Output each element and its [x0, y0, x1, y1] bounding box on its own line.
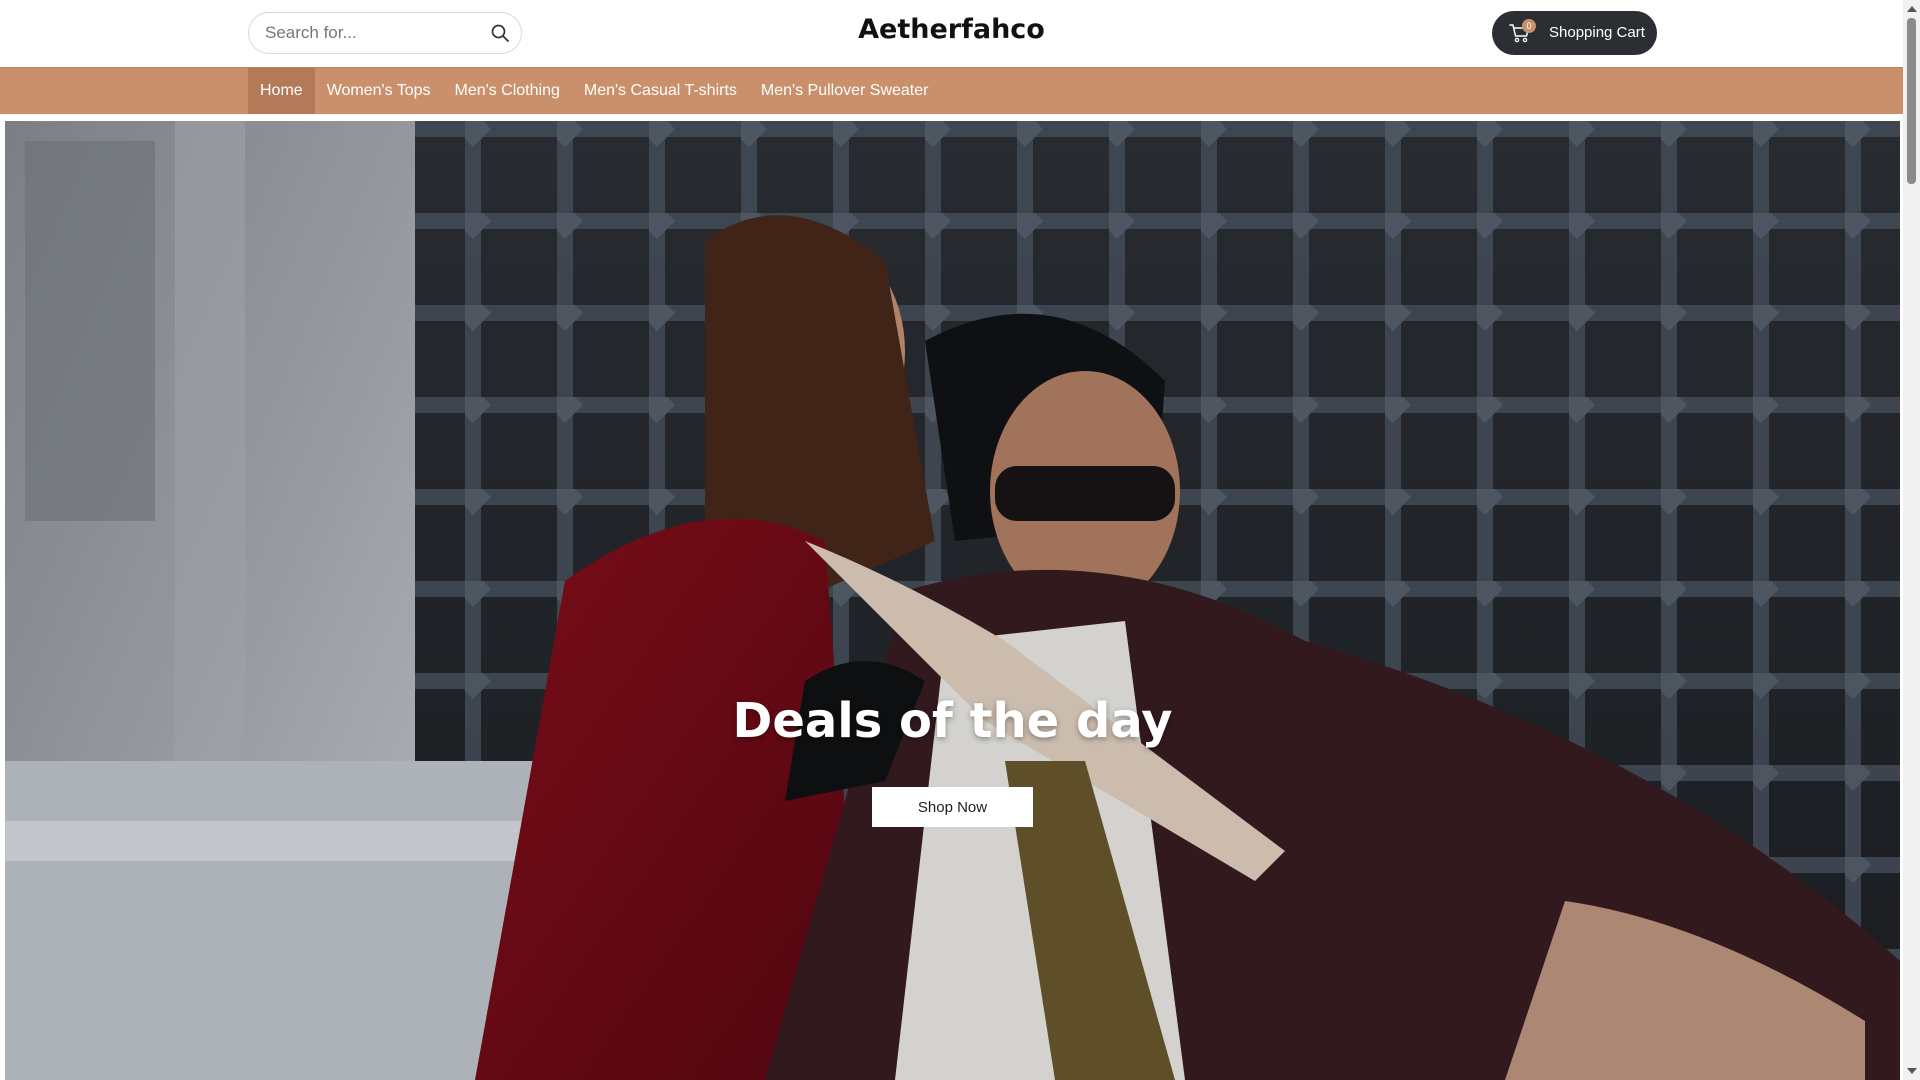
scroll-thumb[interactable] — [1907, 18, 1916, 184]
scroll-up-arrow-icon[interactable] — [1907, 6, 1917, 12]
shopping-cart-button[interactable]: 0 Shopping Cart — [1492, 11, 1657, 55]
scroll-down-arrow-icon[interactable] — [1907, 1068, 1917, 1074]
hero-title: Deals of the day — [732, 693, 1173, 749]
nav-list: Home Women's Tops Men's Clothing Men's C… — [248, 68, 940, 114]
search-icon[interactable] — [490, 23, 510, 43]
brand-logo[interactable]: Aetherfahco — [858, 14, 1045, 45]
cart-count-badge: 0 — [1522, 19, 1536, 33]
nav-item-womens-tops[interactable]: Women's Tops — [315, 68, 443, 114]
hero-banner: Deals of the day Shop Now — [5, 121, 1900, 1080]
main-navigation: Home Women's Tops Men's Clothing Men's C… — [0, 67, 1903, 114]
nav-item-mens-casual-tshirts[interactable]: Men's Casual T-shirts — [572, 68, 749, 114]
site-header: Aetherfahco 0 Shopping Cart — [0, 0, 1903, 67]
cart-label: Shopping Cart — [1549, 24, 1645, 41]
page-scrollbar[interactable] — [1903, 0, 1920, 1080]
search-box — [248, 12, 522, 54]
hero-image — [5, 121, 1900, 1080]
nav-item-mens-pullover-sweater[interactable]: Men's Pullover Sweater — [749, 68, 941, 114]
nav-item-mens-clothing[interactable]: Men's Clothing — [443, 68, 572, 114]
search-input[interactable] — [265, 13, 475, 53]
nav-item-home[interactable]: Home — [248, 68, 315, 114]
shop-now-button[interactable]: Shop Now — [872, 787, 1033, 827]
page: Aetherfahco 0 Shopping Cart Home Women's… — [0, 0, 1920, 1080]
